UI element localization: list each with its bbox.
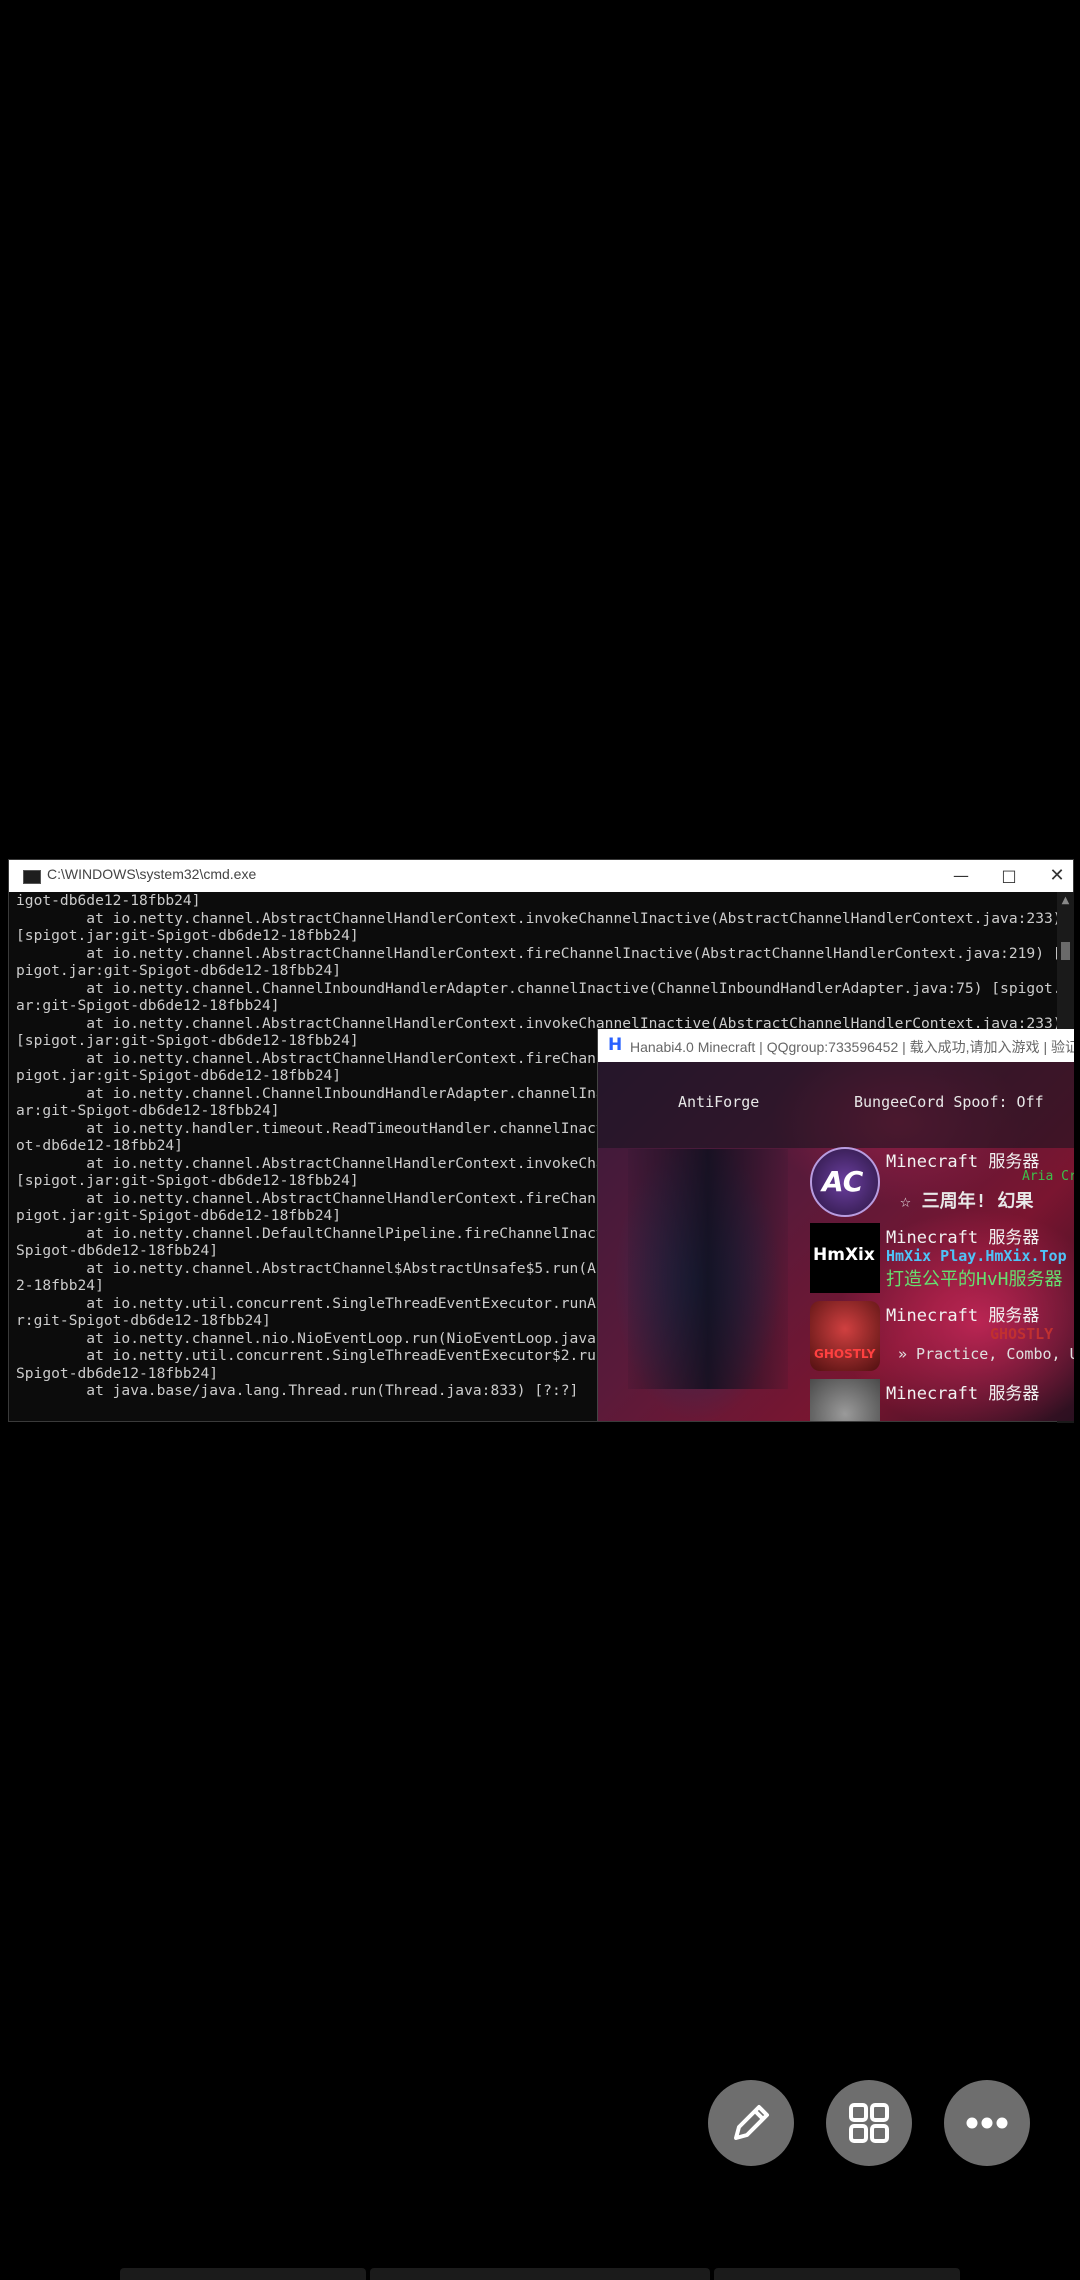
tree-silhouette	[628, 1149, 788, 1389]
server-entry[interactable]: AC Minecraft 服务器 Aria Cr ☆ 三周年! 幻果	[810, 1147, 1074, 1223]
server-motd-line2: ☆ 三周年! 幻果	[900, 1191, 1034, 1212]
edit-button[interactable]	[708, 2080, 794, 2166]
server-motd-line2: » Practice, Combo, UH	[898, 1345, 1074, 1363]
server-name: Minecraft 服务器	[886, 1152, 1040, 1172]
scroll-up-arrow-icon[interactable]: ▲	[1057, 894, 1074, 908]
server-icon	[810, 1379, 880, 1421]
cmd-title: C:\WINDOWS\system32\cmd.exe	[47, 866, 257, 882]
edit-icon	[734, 2105, 769, 2140]
server-entry[interactable]: Minecraft 服务器	[810, 1379, 1074, 1421]
scroll-thumb[interactable]	[1061, 942, 1070, 960]
bungeecord-spoof-button[interactable]: BungeeCord Spoof: Off	[854, 1093, 1044, 1111]
server-motd-line2: 打造公平的HvH服务器	[886, 1269, 1063, 1290]
maximize-button[interactable]: □	[985, 860, 1033, 892]
server-icon-text: AC	[822, 1165, 864, 1198]
cmd-icon	[23, 870, 41, 884]
server-icon-text: HmXix	[813, 1245, 875, 1265]
console-line: ar:git-Spigot-db6de12-18fbb24]	[16, 997, 280, 1014]
console-line: pigot.jar:git-Spigot-db6de12-18fbb24]	[16, 962, 342, 979]
server-name: Minecraft 服务器	[886, 1306, 1040, 1326]
console-line: at io.netty.channel.AbstractChannelHandl…	[16, 944, 1059, 962]
console-line: at io.netty.channel.AbstractChannelHandl…	[16, 909, 1059, 927]
more-button[interactable]	[944, 2080, 1030, 2166]
console-line: [spigot.jar:git-Spigot-db6de12-18fbb24]	[16, 927, 359, 944]
server-name: Minecraft 服务器	[886, 1228, 1040, 1248]
grid-icon	[849, 2103, 889, 2143]
taskbar-segment[interactable]	[370, 2268, 710, 2280]
hanabi-logo-icon: H	[608, 1035, 623, 1055]
apps-button[interactable]	[826, 2080, 912, 2166]
hanabi-titlebar[interactable]: H Hanabi4.0 Minecraft | QQgroup:73359645…	[598, 1029, 1074, 1062]
server-name: Minecraft 服务器	[886, 1384, 1040, 1404]
cmd-titlebar[interactable]: C:\WINDOWS\system32\cmd.exe — □ ✕	[9, 860, 1073, 892]
server-icon: GHOSTLY	[810, 1301, 880, 1371]
minimize-button[interactable]: —	[937, 860, 985, 892]
server-motd-line1: GHOSTLY	[990, 1325, 1054, 1343]
antiforge-button[interactable]: AntiForge	[678, 1093, 759, 1111]
server-icon: HmXix	[810, 1223, 880, 1293]
hanabi-window[interactable]: H Hanabi4.0 Minecraft | QQgroup:73359645…	[597, 1029, 1074, 1421]
close-button[interactable]: ✕	[1033, 860, 1080, 892]
console-line: at io.netty.channel.ChannelInboundHandle…	[16, 979, 1059, 997]
hanabi-title: Hanabi4.0 Minecraft | QQgroup:733596452 …	[630, 1039, 1074, 1055]
taskbar-segment[interactable]	[120, 2268, 366, 2280]
more-icon	[966, 2117, 1008, 2129]
server-motd-line1: Aria Cr	[1022, 1169, 1074, 1184]
console-line: igot-db6de12-18fbb24]	[16, 892, 201, 909]
server-icon-text: GHOSTLY	[814, 1347, 876, 1361]
server-icon: AC	[810, 1147, 880, 1217]
server-motd-line1: HmXix Play.HmXix.Top	[886, 1247, 1067, 1265]
server-entry[interactable]: GHOSTLY Minecraft 服务器 GHOSTLY » Practice…	[810, 1301, 1074, 1377]
taskbar-segment[interactable]	[714, 2268, 960, 2280]
server-entry[interactable]: HmXix Minecraft 服务器 HmXix Play.HmXix.Top…	[810, 1223, 1074, 1299]
